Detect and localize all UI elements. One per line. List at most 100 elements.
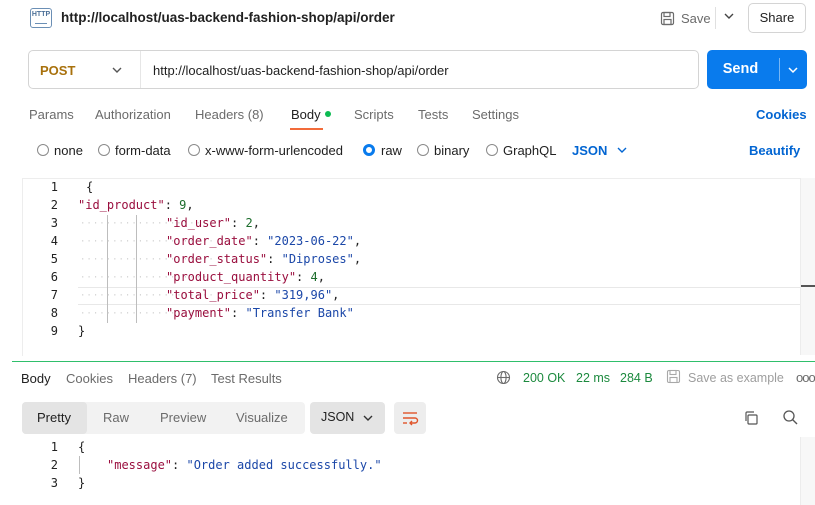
- json-value: "Transfer Bank": [245, 306, 354, 320]
- chevron-down-icon[interactable]: [616, 143, 628, 157]
- copy-icon[interactable]: [743, 410, 759, 426]
- response-time[interactable]: 22 ms: [576, 371, 610, 385]
- view-visualize[interactable]: Visualize: [236, 410, 288, 425]
- send-split-divider: [779, 58, 780, 81]
- line-number: 4: [50, 234, 58, 248]
- tab-headers-label: Headers (8): [195, 107, 264, 122]
- response-tab-cookies[interactable]: Cookies: [66, 371, 113, 386]
- json-key: "id_user": [166, 216, 232, 230]
- tab-body[interactable]: Body: [291, 107, 321, 122]
- send-button[interactable]: Send: [707, 50, 807, 89]
- radio-graphql-label[interactable]: GraphQL: [503, 143, 556, 158]
- status-code[interactable]: 200 OK: [523, 371, 565, 385]
- share-button[interactable]: Share: [748, 3, 806, 33]
- response-tab-headers[interactable]: Headers (7): [128, 371, 197, 386]
- radio-urlencoded[interactable]: [188, 144, 200, 156]
- search-icon[interactable]: [782, 409, 799, 426]
- wrap-lines-button[interactable]: [394, 402, 426, 434]
- line-number: 7: [50, 288, 58, 302]
- json-value: 4: [310, 270, 318, 284]
- url-separator: [140, 51, 141, 88]
- radio-form-data[interactable]: [98, 144, 110, 156]
- line-number: 3: [50, 476, 58, 490]
- tab-params[interactable]: Params: [29, 107, 74, 122]
- pane-divider[interactable]: [12, 361, 815, 362]
- json-key: "message": [107, 458, 173, 472]
- line-number: 8: [50, 306, 58, 320]
- send-options-chevron-icon[interactable]: [786, 63, 800, 77]
- radio-none-label[interactable]: none: [54, 143, 83, 158]
- save-as-example-button[interactable]: Save as example: [688, 371, 784, 385]
- json-value: 2: [245, 216, 253, 230]
- indent-guide: [136, 215, 137, 323]
- cookies-link[interactable]: Cookies: [756, 107, 807, 122]
- save-icon: [660, 11, 675, 25]
- view-raw[interactable]: Raw: [103, 410, 129, 425]
- code-line: "order_date": "2023-06-22",: [166, 234, 362, 248]
- view-pretty[interactable]: Pretty: [37, 410, 71, 425]
- body-format-select[interactable]: JSON: [572, 143, 607, 158]
- wrap-lines-icon: [403, 412, 419, 426]
- tab-tests[interactable]: Tests: [418, 107, 448, 122]
- save-label: Save: [681, 10, 711, 26]
- line-number: 1: [50, 180, 58, 194]
- radio-binary[interactable]: [417, 144, 429, 156]
- scroll-marker: [801, 285, 815, 287]
- line-number: 3: [50, 216, 58, 230]
- editor-scrollbar[interactable]: [800, 178, 815, 355]
- line-number: 5: [50, 252, 58, 266]
- indent-guide: [79, 456, 80, 474]
- radio-graphql[interactable]: [486, 144, 498, 156]
- tab-scripts[interactable]: Scripts: [354, 107, 394, 122]
- request-title[interactable]: http://localhost/uas-backend-fashion-sho…: [61, 10, 395, 25]
- send-label: Send: [722, 61, 759, 77]
- json-value: 9: [179, 198, 187, 212]
- save-icon: [666, 369, 681, 384]
- json-key: "order_status": [166, 252, 268, 266]
- radio-none[interactable]: [37, 144, 49, 156]
- response-scrollbar[interactable]: [800, 437, 815, 505]
- url-input[interactable]: http://localhost/uas-backend-fashion-sho…: [153, 63, 449, 78]
- tab-authorization[interactable]: Authorization: [95, 107, 171, 122]
- code-line: "total_price": "319,96",: [166, 288, 340, 302]
- response-tab-test-results[interactable]: Test Results: [211, 371, 282, 386]
- json-value: "Order added successfully.": [186, 458, 382, 472]
- response-tab-body[interactable]: Body: [21, 371, 51, 386]
- line-number: 6: [50, 270, 58, 284]
- chevron-down-icon: [363, 415, 373, 421]
- body-modified-indicator: [325, 111, 331, 117]
- line-number: 2: [50, 458, 58, 472]
- response-size[interactable]: 284 B: [620, 371, 653, 385]
- more-options-button[interactable]: ooo: [796, 370, 815, 385]
- view-preview[interactable]: Preview: [160, 410, 206, 425]
- response-line: "message": "Order added successfully.": [107, 458, 382, 472]
- indent-guide: [107, 215, 108, 323]
- tab-settings[interactable]: Settings: [472, 107, 519, 122]
- radio-form-data-label[interactable]: form-data: [115, 143, 171, 158]
- json-key: "product_quantity": [166, 270, 297, 284]
- http-request-icon: HTTP: [30, 8, 52, 28]
- globe-icon[interactable]: [496, 370, 511, 385]
- beautify-button[interactable]: Beautify: [749, 143, 800, 158]
- save-options-chevron-icon[interactable]: [722, 9, 736, 23]
- json-value: "Diproses": [281, 252, 354, 266]
- radio-urlencoded-label[interactable]: x-www-form-urlencoded: [205, 143, 343, 158]
- code-line: "id_product": 9,: [78, 198, 194, 212]
- method-select[interactable]: POST: [40, 63, 75, 78]
- json-value: "319,96": [274, 288, 333, 302]
- divider: [715, 7, 716, 29]
- code-line: "id_user": 2,: [166, 216, 260, 230]
- code-line: "product_quantity": 4,: [166, 270, 325, 284]
- line-number: 1: [50, 440, 58, 454]
- json-key: "total_price": [166, 288, 260, 302]
- save-button[interactable]: Save: [660, 8, 711, 28]
- json-key: "id_product": [78, 198, 165, 212]
- radio-raw[interactable]: [363, 144, 375, 156]
- radio-binary-label[interactable]: binary: [434, 143, 469, 158]
- tab-headers[interactable]: Headers (8): [195, 107, 264, 122]
- code-open-brace: {: [86, 180, 94, 194]
- code-line: "payment": "Transfer Bank": [166, 306, 354, 320]
- chevron-down-icon[interactable]: [110, 63, 124, 77]
- radio-raw-label[interactable]: raw: [381, 143, 402, 158]
- response-open-brace: {: [78, 440, 86, 454]
